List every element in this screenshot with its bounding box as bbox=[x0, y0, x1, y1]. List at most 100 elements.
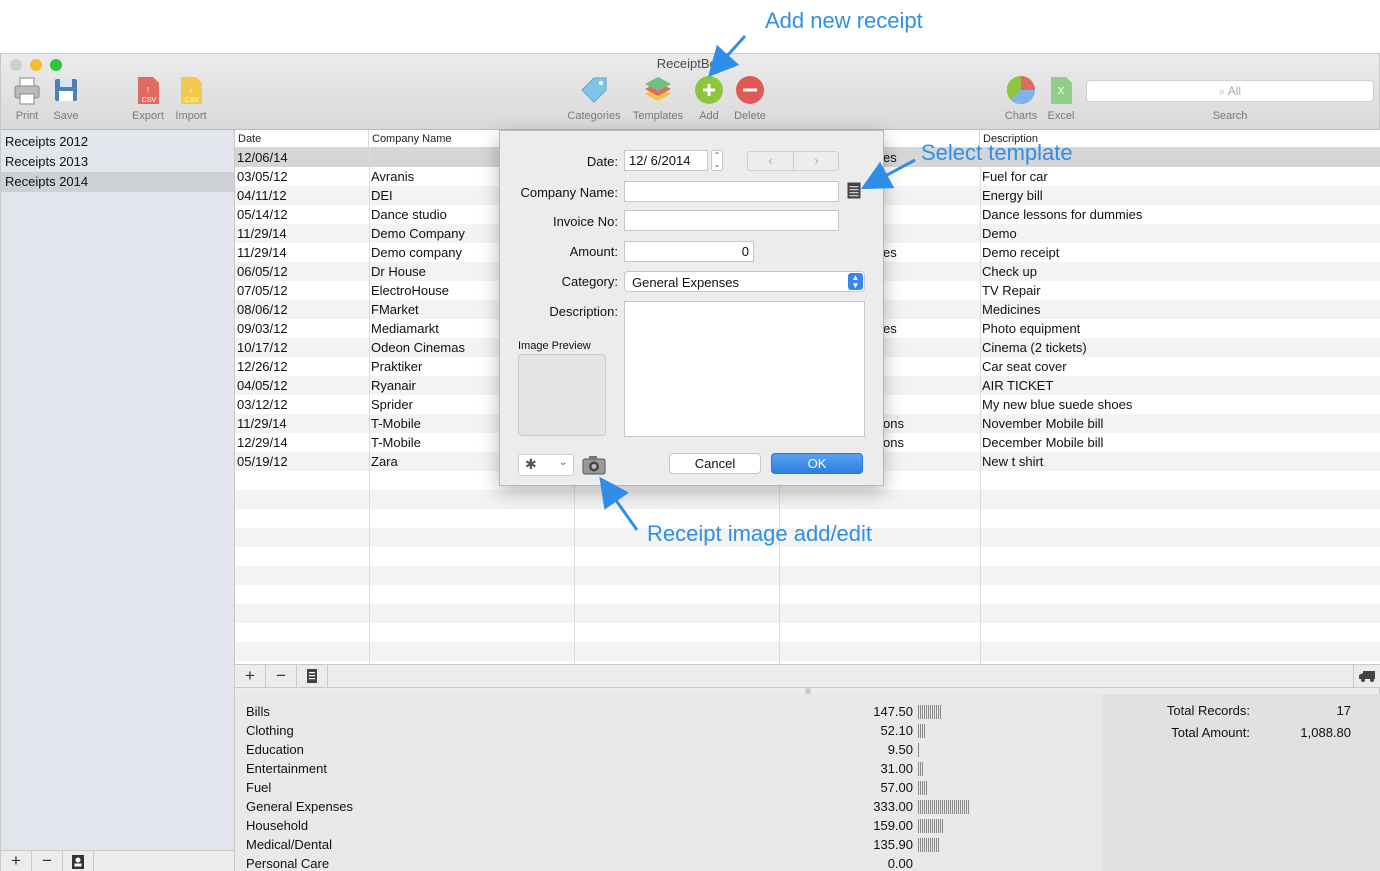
category-name: Medical/Dental bbox=[246, 837, 332, 852]
table-cell-description: Car seat cover bbox=[982, 359, 1067, 374]
total-amount-value: 1,088.80 bbox=[1300, 725, 1351, 740]
totals-panel: Total Records: 17 Total Amount: 1,088.80 bbox=[1102, 694, 1380, 871]
category-amount: 52.10 bbox=[880, 723, 913, 738]
category-summary-row: Clothing 52.10 bbox=[235, 721, 1093, 740]
company-field[interactable] bbox=[624, 181, 839, 202]
table-cell-date: 11/29/14 bbox=[237, 245, 287, 260]
date-field[interactable]: 12/ 6/2014 bbox=[624, 150, 708, 171]
image-preview[interactable] bbox=[518, 354, 606, 436]
sidebar-item-receipts-2013[interactable]: Receipts 2013 bbox=[1, 152, 234, 172]
svg-text:↑: ↑ bbox=[146, 84, 151, 94]
category-name: Household bbox=[246, 818, 309, 833]
sidebar-item-receipts-2012[interactable]: Receipts 2012 bbox=[1, 132, 234, 152]
previous-arrow-button[interactable]: ‹ bbox=[748, 152, 794, 170]
pie-chart-icon bbox=[1006, 75, 1036, 105]
category-amount-bar bbox=[918, 819, 943, 833]
table-cell-date: 12/29/14 bbox=[237, 435, 288, 450]
summary-panel: Bills 147.50 Clothing 52.10 Education 9.50 Ent… bbox=[235, 694, 1380, 871]
sidebar: Receipts 2012 Receipts 2013 Receipts 201… bbox=[1, 130, 235, 850]
category-select-value: General Expenses bbox=[632, 275, 739, 290]
search-label: Search bbox=[1212, 110, 1248, 122]
remove-receipt-small-button[interactable]: − bbox=[266, 665, 297, 687]
ok-button[interactable]: OK bbox=[771, 453, 863, 474]
table-cell-description: Cinema (2 tickets) bbox=[982, 340, 1087, 355]
table-row[interactable] bbox=[235, 623, 1380, 642]
search-input[interactable]: ⌕ All bbox=[1086, 80, 1374, 102]
table-row[interactable] bbox=[235, 585, 1380, 604]
category-amount: 159.00 bbox=[873, 818, 913, 833]
table-cell-date: 06/05/12 bbox=[237, 264, 288, 279]
table-row[interactable] bbox=[235, 642, 1380, 661]
add-receipt-small-button[interactable]: + bbox=[235, 665, 266, 687]
table-cell-date: 10/17/12 bbox=[237, 340, 288, 355]
category-summary-row: Education 9.50 bbox=[235, 740, 1093, 759]
add-folder-button[interactable]: + bbox=[1, 851, 32, 871]
template-small-button[interactable] bbox=[297, 665, 328, 687]
import-button[interactable]: ↓ CSV Import bbox=[165, 74, 217, 122]
floppy-disk-icon bbox=[55, 79, 77, 101]
table-cell-date: 04/11/12 bbox=[237, 188, 287, 203]
invoice-field[interactable] bbox=[624, 210, 839, 231]
save-button[interactable]: Save bbox=[40, 74, 92, 122]
search-placeholder: All bbox=[1227, 84, 1242, 98]
column-header-date[interactable]: Date bbox=[235, 130, 369, 148]
transfer-button[interactable] bbox=[1353, 665, 1380, 687]
amount-field[interactable]: 0 bbox=[624, 241, 754, 262]
remove-folder-button[interactable]: − bbox=[32, 851, 63, 871]
total-records-value: 17 bbox=[1336, 703, 1351, 718]
import-csv-icon: ↓ CSV bbox=[181, 77, 202, 104]
category-amount-bar bbox=[918, 800, 970, 814]
categories-label: Categories bbox=[567, 110, 621, 122]
table-row[interactable] bbox=[235, 604, 1380, 623]
table-cell-description: Demo receipt bbox=[982, 245, 1060, 260]
description-label: Description: bbox=[549, 304, 618, 319]
select-template-button[interactable] bbox=[847, 182, 861, 199]
sidebar-item-receipts-2014[interactable]: Receipts 2014 bbox=[1, 172, 234, 192]
category-name: Personal Care bbox=[246, 856, 330, 871]
delete-label: Delete bbox=[734, 110, 766, 122]
select-arrows-icon: ▲ ▼ bbox=[848, 273, 863, 290]
next-arrow-button[interactable]: › bbox=[794, 152, 839, 170]
table-cell-date: 08/06/12 bbox=[237, 302, 288, 317]
table-cell-date: 03/12/12 bbox=[237, 397, 288, 412]
cancel-button[interactable]: Cancel bbox=[669, 453, 761, 474]
templates-button[interactable]: Templates bbox=[628, 74, 688, 122]
description-textarea[interactable] bbox=[624, 301, 865, 437]
receipt-image-button[interactable] bbox=[581, 453, 607, 477]
image-preview-label: Image Preview bbox=[518, 340, 591, 352]
image-actions-dropdown[interactable]: ✱ ⌄ bbox=[518, 454, 574, 476]
category-summary-row: General Expenses 333.00 bbox=[235, 797, 1093, 816]
table-row[interactable] bbox=[235, 547, 1380, 566]
date-navigation: ‹ › bbox=[747, 151, 839, 171]
category-name: Education bbox=[246, 742, 304, 757]
table-cell-date: 09/03/12 bbox=[237, 321, 288, 336]
minus-circle-icon bbox=[736, 76, 764, 104]
folder-info-button[interactable] bbox=[63, 851, 94, 871]
delete-button[interactable]: Delete bbox=[724, 74, 776, 122]
categories-button[interactable]: Categories bbox=[564, 74, 624, 122]
table-cell-date: 05/19/12 bbox=[237, 454, 288, 469]
table-cell-description: My new blue suede shoes bbox=[982, 397, 1133, 412]
category-amount-bar bbox=[918, 762, 923, 776]
export-csv-icon: ↑ CSV bbox=[138, 77, 159, 104]
annotation-add-new-receipt: Add new receipt bbox=[765, 8, 923, 33]
table-cell-description: December Mobile bill bbox=[982, 435, 1104, 450]
category-amount: 147.50 bbox=[873, 704, 913, 719]
table-row[interactable] bbox=[235, 566, 1380, 585]
date-stepper[interactable]: ⌃ ⌄ bbox=[711, 150, 723, 171]
table-cell-description: Photo equipment bbox=[982, 321, 1081, 336]
category-amount-bar bbox=[918, 781, 927, 795]
camera-icon bbox=[582, 456, 606, 475]
tag-icon bbox=[581, 77, 607, 103]
invoice-label: Invoice No: bbox=[552, 214, 618, 229]
table-cell-description: Fuel for car bbox=[982, 169, 1048, 184]
category-summary: Bills 147.50 Clothing 52.10 Education 9.50 Ent… bbox=[235, 694, 1093, 871]
excel-button[interactable]: X Excel bbox=[1035, 74, 1087, 122]
category-select[interactable]: General Expenses ▲ ▼ bbox=[624, 271, 865, 292]
table-cell-date: 12/06/14 bbox=[237, 150, 288, 165]
table-cell-description: New t shirt bbox=[982, 454, 1044, 469]
table-row[interactable] bbox=[235, 490, 1380, 509]
plus-circle-icon bbox=[695, 76, 723, 104]
save-label: Save bbox=[53, 110, 79, 122]
category-amount-bar bbox=[918, 705, 941, 719]
